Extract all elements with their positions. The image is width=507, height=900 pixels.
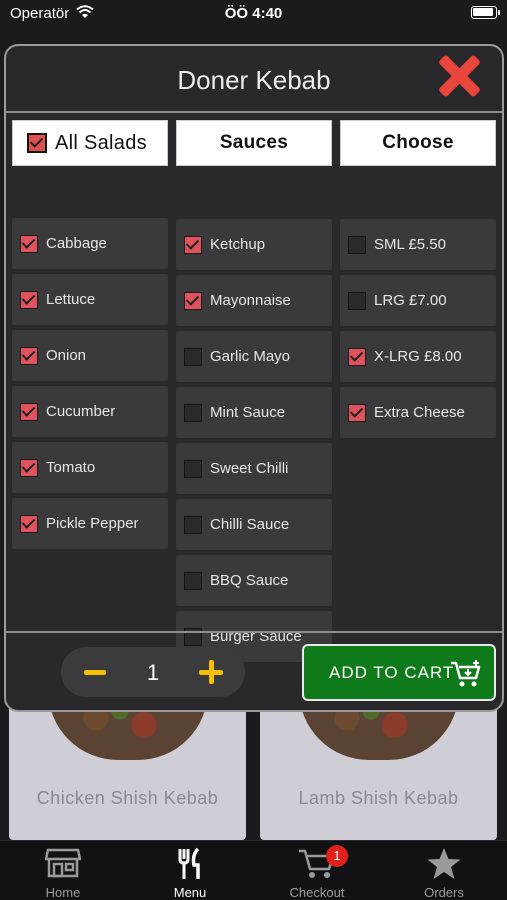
option-label: Chilli Sauce bbox=[210, 516, 290, 533]
cart-count-badge: 1 bbox=[326, 845, 348, 867]
modal-header: Doner Kebab bbox=[6, 46, 502, 113]
menu-card-lamb-shish[interactable]: Lamb Shish Kebab bbox=[260, 690, 497, 840]
option-label: Pickle Pepper bbox=[46, 515, 139, 532]
option-label: Onion bbox=[46, 347, 87, 364]
option-onion[interactable]: Onion bbox=[12, 330, 168, 381]
column-header-choose: Choose bbox=[340, 120, 496, 166]
checkbox[interactable] bbox=[184, 515, 202, 534]
close-icon[interactable] bbox=[436, 53, 482, 99]
cart-add-icon bbox=[451, 660, 481, 687]
tab-orders[interactable]: Orders bbox=[381, 841, 507, 900]
star-icon bbox=[427, 848, 461, 879]
option-chilli-sauce[interactable]: Chilli Sauce bbox=[176, 499, 332, 550]
tab-checkout[interactable]: 1 Checkout bbox=[254, 841, 380, 900]
option-label: Extra Cheese bbox=[374, 404, 465, 421]
option-label: LRG £7.00 bbox=[374, 292, 447, 309]
option-label: Ketchup bbox=[210, 236, 266, 253]
option-size-sml[interactable]: SML £5.50 bbox=[340, 219, 496, 270]
tab-label: Home bbox=[45, 885, 81, 900]
store-icon bbox=[45, 848, 81, 878]
fork-knife-icon bbox=[178, 847, 200, 879]
add-to-cart-label: ADD TO CART bbox=[329, 662, 455, 682]
option-label: Lettuce bbox=[46, 291, 96, 308]
tab-label: Orders bbox=[424, 885, 464, 900]
status-bar: Operatör ÖÖ 4:40 bbox=[0, 0, 507, 28]
add-to-cart-button[interactable]: ADD TO CART bbox=[302, 644, 496, 701]
battery-icon bbox=[471, 6, 500, 19]
modal-footer: 1 ADD TO CART bbox=[6, 631, 502, 710]
checkbox[interactable] bbox=[20, 402, 38, 421]
all-salads-checkbox[interactable] bbox=[27, 133, 47, 153]
tab-menu[interactable]: Menu bbox=[127, 841, 253, 900]
plus-icon[interactable] bbox=[199, 660, 223, 684]
checkbox[interactable] bbox=[348, 235, 366, 254]
option-label: Sweet Chilli bbox=[210, 460, 289, 477]
checkbox[interactable] bbox=[348, 403, 366, 422]
all-salads-toggle[interactable]: All Salads bbox=[12, 120, 168, 166]
checkbox[interactable] bbox=[184, 403, 202, 422]
menu-card-chicken-shish[interactable]: Chicken Shish Kebab bbox=[9, 690, 246, 840]
checkbox[interactable] bbox=[348, 291, 366, 310]
item-options-modal: Doner Kebab All Salads Cabbage Lettuce O… bbox=[4, 44, 504, 712]
option-label: Cabbage bbox=[46, 235, 107, 252]
checkbox[interactable] bbox=[20, 458, 38, 477]
option-pickle-pepper[interactable]: Pickle Pepper bbox=[12, 498, 168, 549]
column-header-label: All Salads bbox=[55, 131, 147, 154]
checkbox[interactable] bbox=[184, 459, 202, 478]
option-size-lrg[interactable]: LRG £7.00 bbox=[340, 275, 496, 326]
option-label: Garlic Mayo bbox=[210, 348, 291, 365]
option-garlic-mayo[interactable]: Garlic Mayo bbox=[176, 331, 332, 382]
option-label: Mayonnaise bbox=[210, 292, 291, 309]
option-label: Cucumber bbox=[46, 403, 116, 420]
checkbox[interactable] bbox=[20, 290, 38, 309]
checkbox[interactable] bbox=[184, 235, 202, 254]
menu-card-label: Chicken Shish Kebab bbox=[36, 788, 219, 808]
option-extra-cheese[interactable]: Extra Cheese bbox=[340, 387, 496, 438]
menu-card-label: Lamb Shish Kebab bbox=[298, 788, 459, 808]
option-sweet-chilli[interactable]: Sweet Chilli bbox=[176, 443, 332, 494]
tab-label: Checkout bbox=[289, 885, 345, 900]
option-tomato[interactable]: Tomato bbox=[12, 442, 168, 493]
option-label: SML £5.50 bbox=[374, 236, 446, 253]
checkbox[interactable] bbox=[20, 514, 38, 533]
option-label: Mint Sauce bbox=[210, 404, 286, 421]
checkbox[interactable] bbox=[348, 347, 366, 366]
modal-title: Doner Kebab bbox=[177, 65, 331, 95]
option-mayonnaise[interactable]: Mayonnaise bbox=[176, 275, 332, 326]
option-cabbage[interactable]: Cabbage bbox=[12, 218, 168, 269]
options-columns: All Salads Cabbage Lettuce Onion Cucumbe… bbox=[6, 113, 502, 662]
app-screen: Operatör ÖÖ 4:40 Chicken Shish Kebab Lam… bbox=[0, 0, 507, 900]
option-mint-sauce[interactable]: Mint Sauce bbox=[176, 387, 332, 438]
option-bbq-sauce[interactable]: BBQ Sauce bbox=[176, 555, 332, 606]
checkbox[interactable] bbox=[20, 346, 38, 365]
option-label: BBQ Sauce bbox=[210, 572, 289, 589]
clock: ÖÖ 4:40 bbox=[224, 5, 283, 22]
checkbox[interactable] bbox=[184, 347, 202, 366]
option-ketchup[interactable]: Ketchup bbox=[176, 219, 332, 270]
option-label: X-LRG £8.00 bbox=[374, 348, 462, 365]
bottom-tab-bar: Home Menu 1 Checkout Orders bbox=[0, 840, 507, 900]
checkbox[interactable] bbox=[184, 291, 202, 310]
option-size-xlrg[interactable]: X-LRG £8.00 bbox=[340, 331, 496, 382]
option-cucumber[interactable]: Cucumber bbox=[12, 386, 168, 437]
quantity-stepper: 1 bbox=[61, 647, 245, 697]
tab-home[interactable]: Home bbox=[0, 841, 126, 900]
checkbox[interactable] bbox=[184, 571, 202, 590]
option-lettuce[interactable]: Lettuce bbox=[12, 274, 168, 325]
column-header-sauces: Sauces bbox=[176, 120, 332, 166]
checkbox[interactable] bbox=[20, 234, 38, 253]
tab-label: Menu bbox=[173, 885, 207, 900]
option-label: Tomato bbox=[46, 459, 96, 476]
